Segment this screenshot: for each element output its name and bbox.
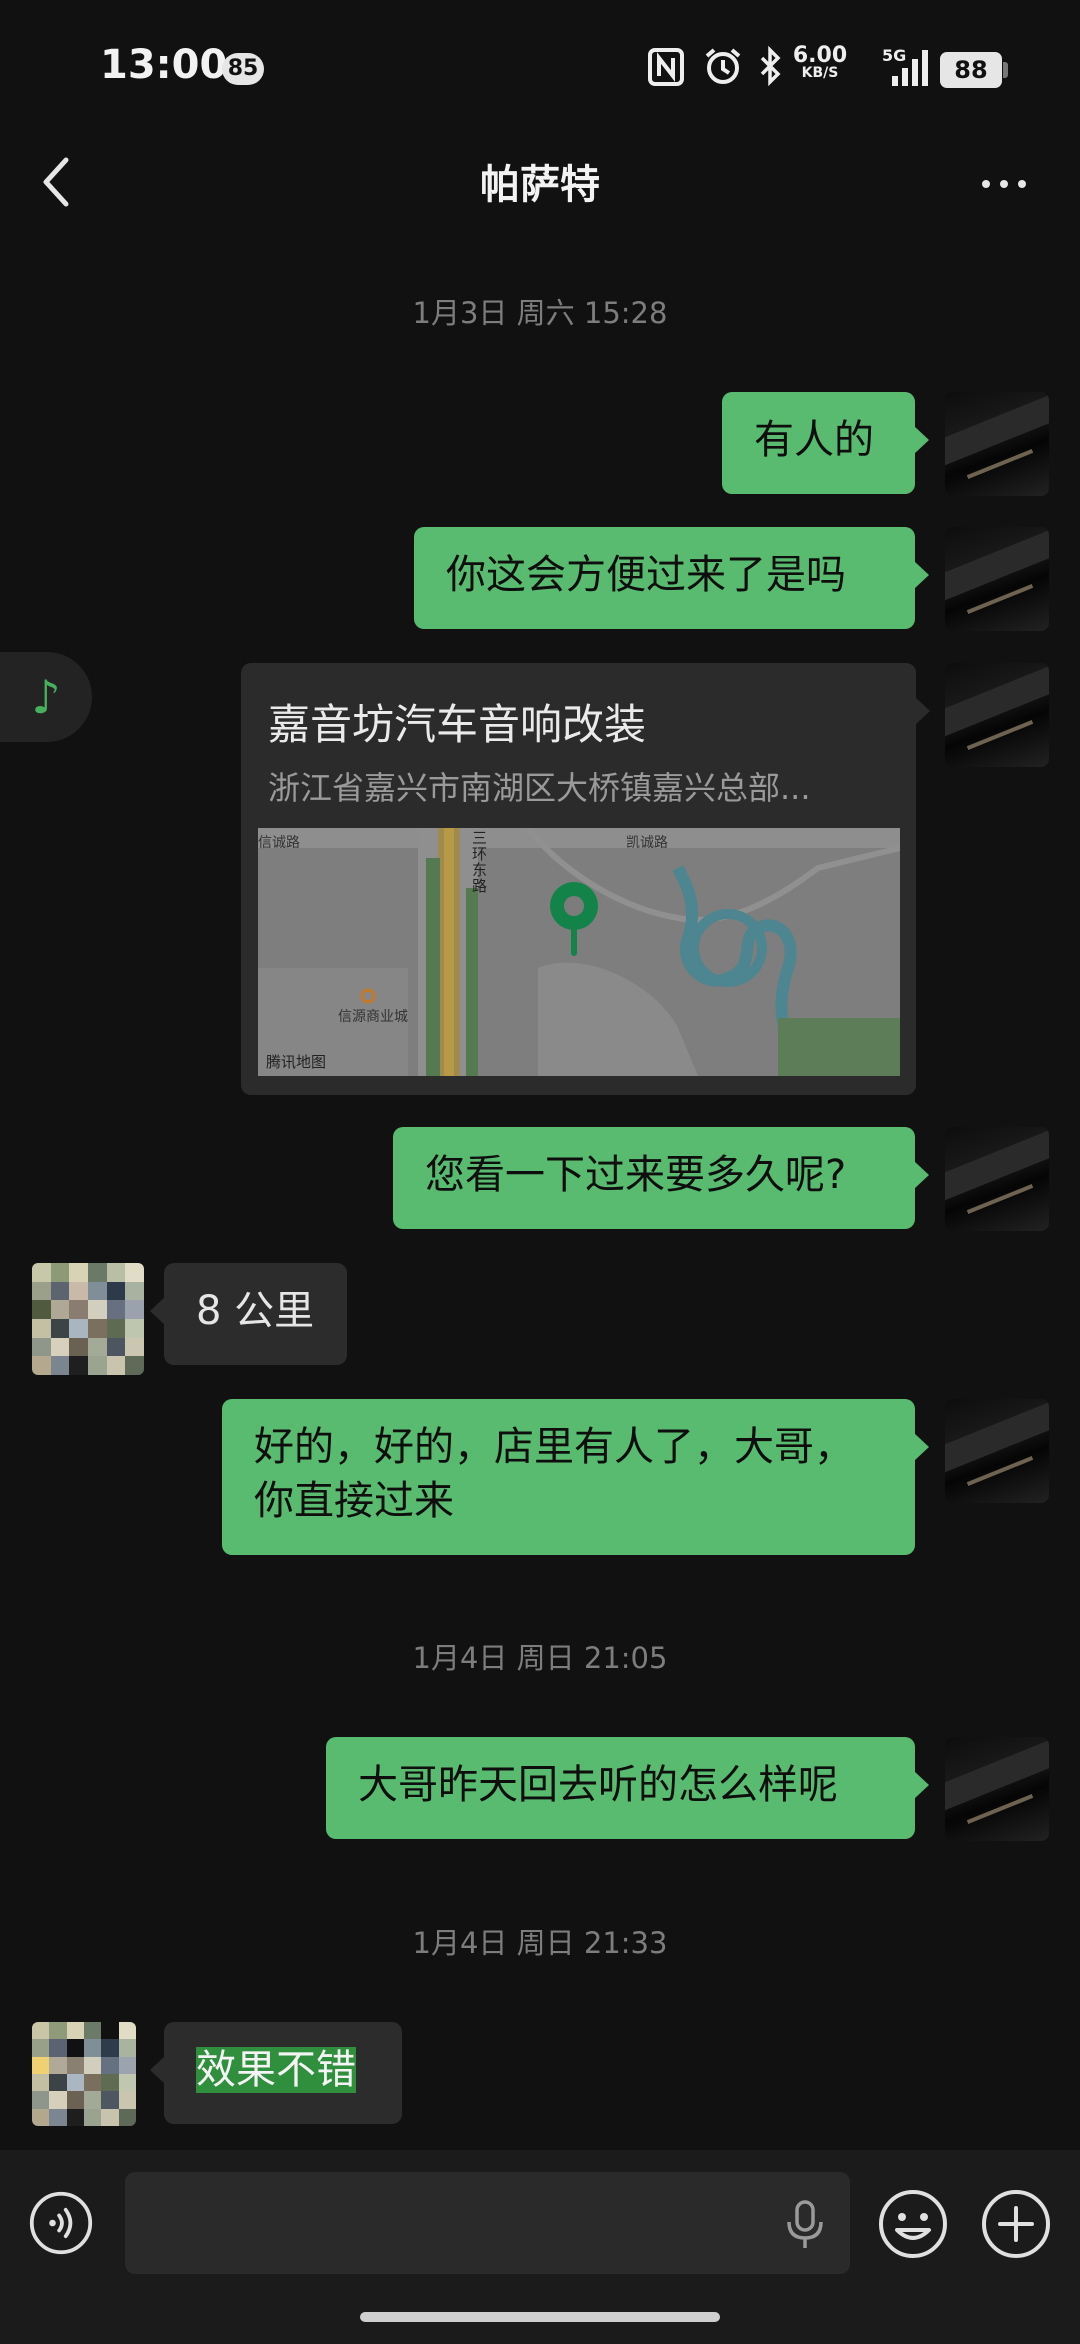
map-credit-label: 腾讯地图: [266, 1053, 327, 1071]
avatar-self[interactable]: [945, 1737, 1049, 1841]
music-note-icon[interactable]: ♪: [0, 652, 92, 742]
more-icon[interactable]: [970, 166, 1040, 202]
message-bubble-outgoing[interactable]: 您看一下过来要多久呢?: [393, 1127, 929, 1229]
timestamp: 1月3日 周六 15:28: [412, 296, 668, 330]
message-bubble-incoming[interactable]: 效果不错: [150, 2022, 402, 2124]
highlighted-text: 效果不错: [196, 2047, 356, 2093]
avatar-self[interactable]: [945, 527, 1049, 631]
message-text-line: 你直接过来: [254, 1478, 454, 1524]
map-road-label: 凯诚路: [626, 835, 668, 851]
battery-icon: 88: [940, 52, 1002, 88]
avatar-self[interactable]: [945, 1399, 1049, 1503]
map-preview[interactable]: 信诚路 凯诚路 三环东路 信源商业城 腾讯地图: [258, 828, 900, 1076]
message-bubble-outgoing[interactable]: 有人的: [722, 392, 929, 494]
battery-tip: [1003, 62, 1008, 78]
message-text-line: 好的，好的，店里有人了，大哥，: [254, 1424, 854, 1470]
location-name: 嘉音坊汽车音响改装: [268, 700, 647, 749]
nfc-icon: [648, 48, 684, 86]
bluetooth-icon: [760, 46, 781, 86]
voice-icon[interactable]: [28, 2190, 94, 2256]
network-speed: 6.00 KB/S: [790, 45, 850, 81]
plus-icon[interactable]: [980, 2188, 1052, 2260]
avatar-contact[interactable]: [32, 2022, 136, 2126]
emoji-icon[interactable]: [877, 2188, 949, 2260]
message-bubble-outgoing[interactable]: 好的，好的，店里有人了，大哥， 你直接过来: [222, 1399, 929, 1555]
chat-title: 帕萨特: [480, 162, 600, 208]
location-message-card[interactable]: 嘉音坊汽车音响改装 浙江省嘉兴市南湖区大桥镇嘉兴总部... 信诚路 凯诚路 三环…: [241, 663, 930, 1095]
network-speed-unit: KB/S: [801, 65, 839, 81]
signal-icon: [892, 50, 928, 86]
notification-count-badge: 85: [222, 53, 264, 85]
map-road-label-vertical: 三环东路: [472, 829, 488, 895]
avatar-self[interactable]: [945, 1127, 1049, 1231]
map-road-label: 信诚路: [258, 835, 300, 851]
microphone-icon[interactable]: [783, 2200, 827, 2250]
avatar-self[interactable]: [945, 663, 1049, 767]
status-time: 13:00: [100, 42, 228, 88]
timestamp: 1月4日 周日 21:05: [412, 1641, 668, 1675]
message-bubble-outgoing[interactable]: 大哥昨天回去听的怎么样呢: [326, 1737, 929, 1839]
message-input[interactable]: [125, 2172, 850, 2274]
home-indicator[interactable]: [360, 2312, 720, 2322]
message-bubble-incoming[interactable]: 8 公里: [150, 1263, 347, 1365]
message-bubble-outgoing[interactable]: 你这会方便过来了是吗: [414, 527, 929, 629]
map-poi-label: 信源商业城: [338, 1009, 408, 1025]
location-address: 浙江省嘉兴市南湖区大桥镇嘉兴总部...: [268, 769, 811, 807]
timestamp: 1月4日 周日 21:33: [412, 1926, 668, 1960]
location-pin-icon: [550, 882, 598, 956]
avatar-self[interactable]: [945, 392, 1049, 496]
alarm-icon: [705, 48, 741, 84]
avatar-contact[interactable]: [32, 1263, 144, 1375]
